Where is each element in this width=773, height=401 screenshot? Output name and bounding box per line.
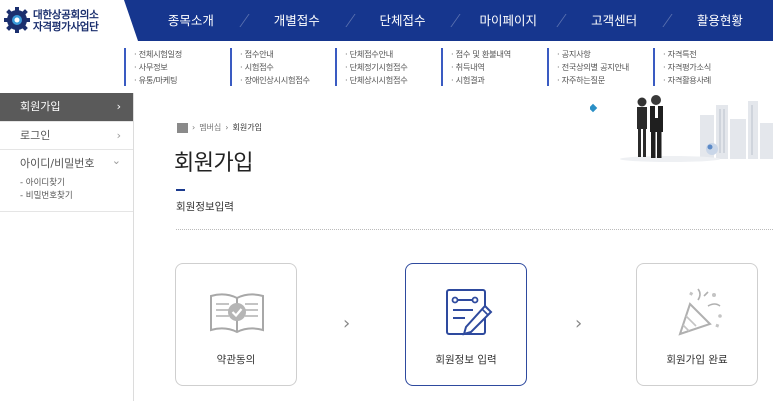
mega-link[interactable]: · 단체상시시험접수 — [345, 74, 408, 87]
dotted-divider — [176, 229, 773, 230]
sidebar-item-signup[interactable]: 회원가입 › — [0, 93, 133, 121]
nav-item-individual-apply[interactable]: 개별접수 — [239, 0, 350, 41]
sidebar-item-label: 로그인 — [20, 129, 51, 142]
page-title: 회원가입 — [174, 151, 253, 176]
nav-item-mypage[interactable]: 마이페이지 — [450, 0, 561, 41]
sidebar-subitem-find-id[interactable]: - 아이디찾기 — [0, 177, 133, 190]
mega-column-subjects: · 전체시험일정 · 사무정보 · 유통/마케팅 — [124, 48, 182, 86]
sidebar-subitem-find-password[interactable]: - 비밀번호찾기 — [0, 190, 133, 203]
mega-link[interactable]: · 자격특전 — [663, 48, 711, 61]
sidebar-divider — [0, 211, 133, 212]
nav-item-usage-status[interactable]: 활용현황 — [662, 0, 773, 41]
nav-item-customer-center[interactable]: 고객센터 — [556, 0, 667, 41]
section-title: 회원정보입력 — [176, 201, 234, 213]
nav-item-subjects[interactable]: 종목소개 — [138, 0, 244, 41]
business-people-illustration — [590, 95, 773, 162]
nav-item-label: 마이페이지 — [479, 13, 538, 28]
sidebar-item-label: 회원가입 — [20, 100, 61, 113]
party-popper-icon — [678, 288, 722, 336]
nav-item-label: 종목소개 — [167, 13, 214, 28]
mega-column-group: · 단체접수안내 · 단체정기시험접수 · 단체상시시험접수 — [335, 48, 408, 87]
nav-item-label: 고객센터 — [591, 13, 638, 28]
mega-link[interactable]: · 시험결과 — [451, 74, 511, 87]
chevron-right-icon: › — [116, 129, 121, 142]
mega-column-mypage: · 접수 및 환불내역 · 취득내역 · 시험결과 — [441, 48, 511, 86]
mega-link[interactable]: · 자주하는질문 — [557, 74, 629, 87]
form-pen-icon — [446, 289, 493, 336]
chevron-right-icon: › — [343, 313, 351, 334]
sidebar-item-find-account[interactable]: 아이디/비밀번호 ⌄ — [0, 149, 133, 177]
mega-column-usage: · 자격특전 · 자격평가소식 · 자격활용사례 — [653, 48, 711, 86]
sidebar: 회원가입 › 로그인 › 아이디/비밀번호 ⌄ - 아이디찾기 - 비밀번호찾기 — [0, 93, 134, 401]
nav-item-group-apply[interactable]: 단체접수 — [345, 0, 456, 41]
sidebar-item-label: 아이디/비밀번호 — [20, 157, 95, 170]
sidebar-item-login[interactable]: 로그인 › — [0, 121, 133, 149]
mega-link[interactable]: · 장애인상시시험접수 — [240, 74, 310, 87]
breadcrumb-item-membership[interactable]: 멤버십 — [199, 122, 221, 133]
home-icon[interactable] — [177, 122, 188, 133]
breadcrumb: › 멤버십 › 회원가입 — [177, 122, 262, 133]
main-nav: 종목소개 개별접수 단체접수 마이페이지 고객센터 활용현황 — [138, 0, 773, 41]
mega-link[interactable]: · 취득내역 — [451, 61, 511, 74]
nav-item-label: 활용현황 — [696, 13, 743, 28]
mega-link[interactable]: · 자격평가소식 — [663, 61, 711, 74]
breadcrumb-separator: › — [192, 123, 196, 132]
mega-link[interactable]: · 단체정기시험접수 — [345, 61, 408, 74]
mega-link[interactable]: · 시험접수 — [240, 61, 310, 74]
mega-link[interactable]: · 사무정보 — [134, 61, 182, 74]
logo-line1: 대한상공회의소 — [33, 9, 99, 21]
logo-gear-icon — [4, 7, 30, 33]
mega-link[interactable]: · 접수 및 환불내역 — [451, 48, 511, 61]
mega-link[interactable]: · 공지사항 — [557, 48, 629, 61]
logo-line2: 자격평가사업단 — [33, 21, 99, 33]
book-check-icon — [210, 293, 264, 334]
mega-link[interactable]: · 자격활용사례 — [663, 74, 711, 87]
nav-item-label: 개별접수 — [273, 13, 320, 28]
top-navigation-bar: 대한상공회의소 자격평가사업단 종목소개 개별접수 단체접수 마이페이지 고객센… — [0, 0, 773, 41]
logo-text: 대한상공회의소 자격평가사업단 — [33, 9, 99, 33]
mega-link[interactable]: · 접수안내 — [240, 48, 310, 61]
chevron-right-icon: › — [116, 100, 121, 113]
breadcrumb-separator: › — [225, 123, 229, 132]
nav-item-label: 단체접수 — [379, 13, 426, 28]
step-signup-complete: 회원가입 완료 — [636, 263, 758, 386]
title-accent-dash — [176, 189, 185, 191]
logo[interactable]: 대한상공회의소 자격평가사업단 — [0, 0, 138, 41]
mega-link[interactable]: · 유통/마케팅 — [134, 74, 182, 87]
mega-column-customer: · 공지사항 · 전국상의별 공지안내 · 자주하는질문 — [547, 48, 629, 86]
step-label: 회원정보 입력 — [435, 354, 497, 366]
chevron-right-icon: › — [575, 313, 583, 334]
mega-menu: · 전체시험일정 · 사무정보 · 유통/마케팅 · 접수안내 · 시험접수 ·… — [0, 41, 773, 93]
mega-link[interactable]: · 전체시험일정 — [134, 48, 182, 61]
step-terms-agreement: 약관동의 — [175, 263, 297, 386]
step-member-info-input: 회원정보 입력 — [405, 263, 527, 386]
breadcrumb-item-signup: 회원가입 — [232, 123, 262, 132]
chevron-down-icon: ⌄ — [111, 154, 121, 167]
step-label: 회원가입 완료 — [666, 354, 728, 366]
mega-column-individual: · 접수안내 · 시험접수 · 장애인상시시험접수 — [230, 48, 310, 86]
mega-link[interactable]: · 단체접수안내 — [345, 48, 407, 61]
mega-link[interactable]: · 전국상의별 공지안내 — [557, 61, 629, 74]
step-label: 약관동의 — [216, 354, 256, 366]
